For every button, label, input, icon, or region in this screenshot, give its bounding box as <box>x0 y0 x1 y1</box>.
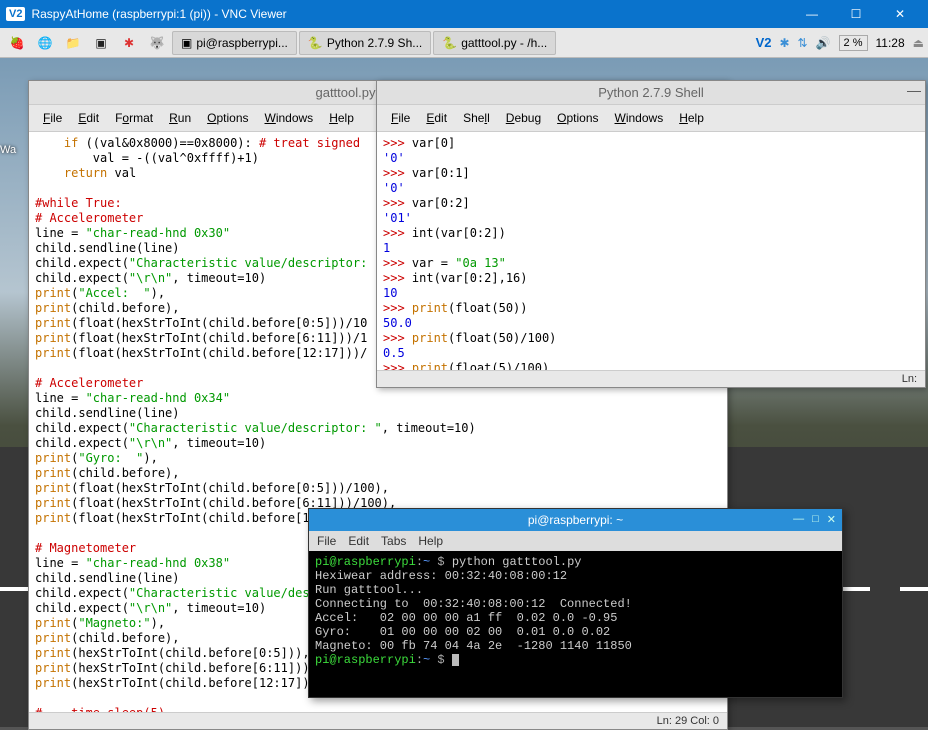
menu-run[interactable]: Run <box>163 109 197 127</box>
shell-menu-file[interactable]: File <box>385 109 416 127</box>
shell-menu-help[interactable]: Help <box>673 109 710 127</box>
clock[interactable]: 11:28 <box>876 36 905 50</box>
python-shell-window[interactable]: Python 2.7.9 Shell — File Edit Shell Deb… <box>376 80 926 388</box>
shell-status: Ln: <box>377 370 925 387</box>
term-menu-tabs[interactable]: Tabs <box>381 534 406 548</box>
desktop[interactable]: Wa gatttool.py - /home/pi/ File Edit For… <box>0 58 928 727</box>
menu-format[interactable]: Format <box>109 109 159 127</box>
shell-menu-shell[interactable]: Shell <box>457 109 496 127</box>
shell-minimize[interactable]: — <box>907 83 921 97</box>
python-icon: 🐍 <box>308 36 323 50</box>
shell-menu-windows[interactable]: Windows <box>609 109 670 127</box>
vnc-logo: V2 <box>6 7 25 21</box>
shell-menu-edit[interactable]: Edit <box>420 109 453 127</box>
close-button[interactable]: ✕ <box>878 0 922 28</box>
shell-body[interactable]: >>> var[0] '0' >>> var[0:1] '0' >>> var[… <box>377 132 925 370</box>
vnc-title: RaspyAtHome (raspberrypi:1 (pi)) - VNC V… <box>31 7 790 21</box>
terminal-title[interactable]: pi@raspberrypi: ~ — □ ✕ <box>309 509 842 531</box>
menu-file[interactable]: File <box>37 109 68 127</box>
term-menu-edit[interactable]: Edit <box>348 534 369 548</box>
terminal-cursor <box>452 654 459 666</box>
eject-icon[interactable]: ⏏ <box>913 36 924 50</box>
wolfram-icon[interactable]: 🐺 <box>144 30 170 56</box>
mathematica-icon[interactable]: ✱ <box>116 30 142 56</box>
terminal-window[interactable]: pi@raspberrypi: ~ — □ ✕ File Edit Tabs H… <box>308 508 843 698</box>
menu-edit[interactable]: Edit <box>72 109 105 127</box>
vnc-titlebar: V2 RaspyAtHome (raspberrypi:1 (pi)) - VN… <box>0 0 928 28</box>
term-minimize[interactable]: — <box>793 513 804 526</box>
cpu-percent[interactable]: 2 % <box>839 35 868 51</box>
task-python-shell[interactable]: 🐍Python 2.7.9 Sh... <box>299 31 431 55</box>
task-terminal[interactable]: ▣pi@raspberrypi... <box>172 31 297 55</box>
task-gatttool[interactable]: 🐍gatttool.py - /h... <box>433 31 556 55</box>
web-icon[interactable]: 🌐 <box>32 30 58 56</box>
terminal-menubar: File Edit Tabs Help <box>309 531 842 551</box>
wastebasket-label[interactable]: Wa <box>0 144 16 156</box>
shell-menubar: File Edit Shell Debug Options Windows He… <box>377 105 925 132</box>
minimize-button[interactable]: — <box>790 0 834 28</box>
idle-status: Ln: 29 Col: 0 <box>29 712 727 729</box>
python-icon: 🐍 <box>442 36 457 50</box>
pi-taskbar: 🍓 🌐 📁 ▣ ✱ 🐺 ▣pi@raspberrypi... 🐍Python 2… <box>0 28 928 58</box>
network-icon[interactable]: ⇅ <box>798 36 808 50</box>
menu-icon[interactable]: 🍓 <box>4 30 30 56</box>
term-menu-help[interactable]: Help <box>418 534 443 548</box>
maximize-button[interactable]: ☐ <box>834 0 878 28</box>
terminal-task-icon: ▣ <box>181 36 192 50</box>
menu-options[interactable]: Options <box>201 109 254 127</box>
term-close[interactable]: ✕ <box>827 513 836 526</box>
menu-help[interactable]: Help <box>323 109 360 127</box>
terminal-icon[interactable]: ▣ <box>88 30 114 56</box>
bluetooth-icon[interactable]: ✱ <box>779 36 789 50</box>
term-menu-file[interactable]: File <box>317 534 336 548</box>
term-maximize[interactable]: □ <box>812 513 819 526</box>
shell-title[interactable]: Python 2.7.9 Shell — <box>377 81 925 105</box>
shell-menu-options[interactable]: Options <box>551 109 604 127</box>
menu-windows[interactable]: Windows <box>259 109 320 127</box>
shell-menu-debug[interactable]: Debug <box>500 109 547 127</box>
volume-icon[interactable]: 🔊 <box>816 36 831 50</box>
files-icon[interactable]: 📁 <box>60 30 86 56</box>
terminal-body[interactable]: pi@raspberrypi:~ $ python gatttool.py He… <box>309 551 842 697</box>
vnc-tray-icon[interactable]: V2 <box>756 35 772 50</box>
